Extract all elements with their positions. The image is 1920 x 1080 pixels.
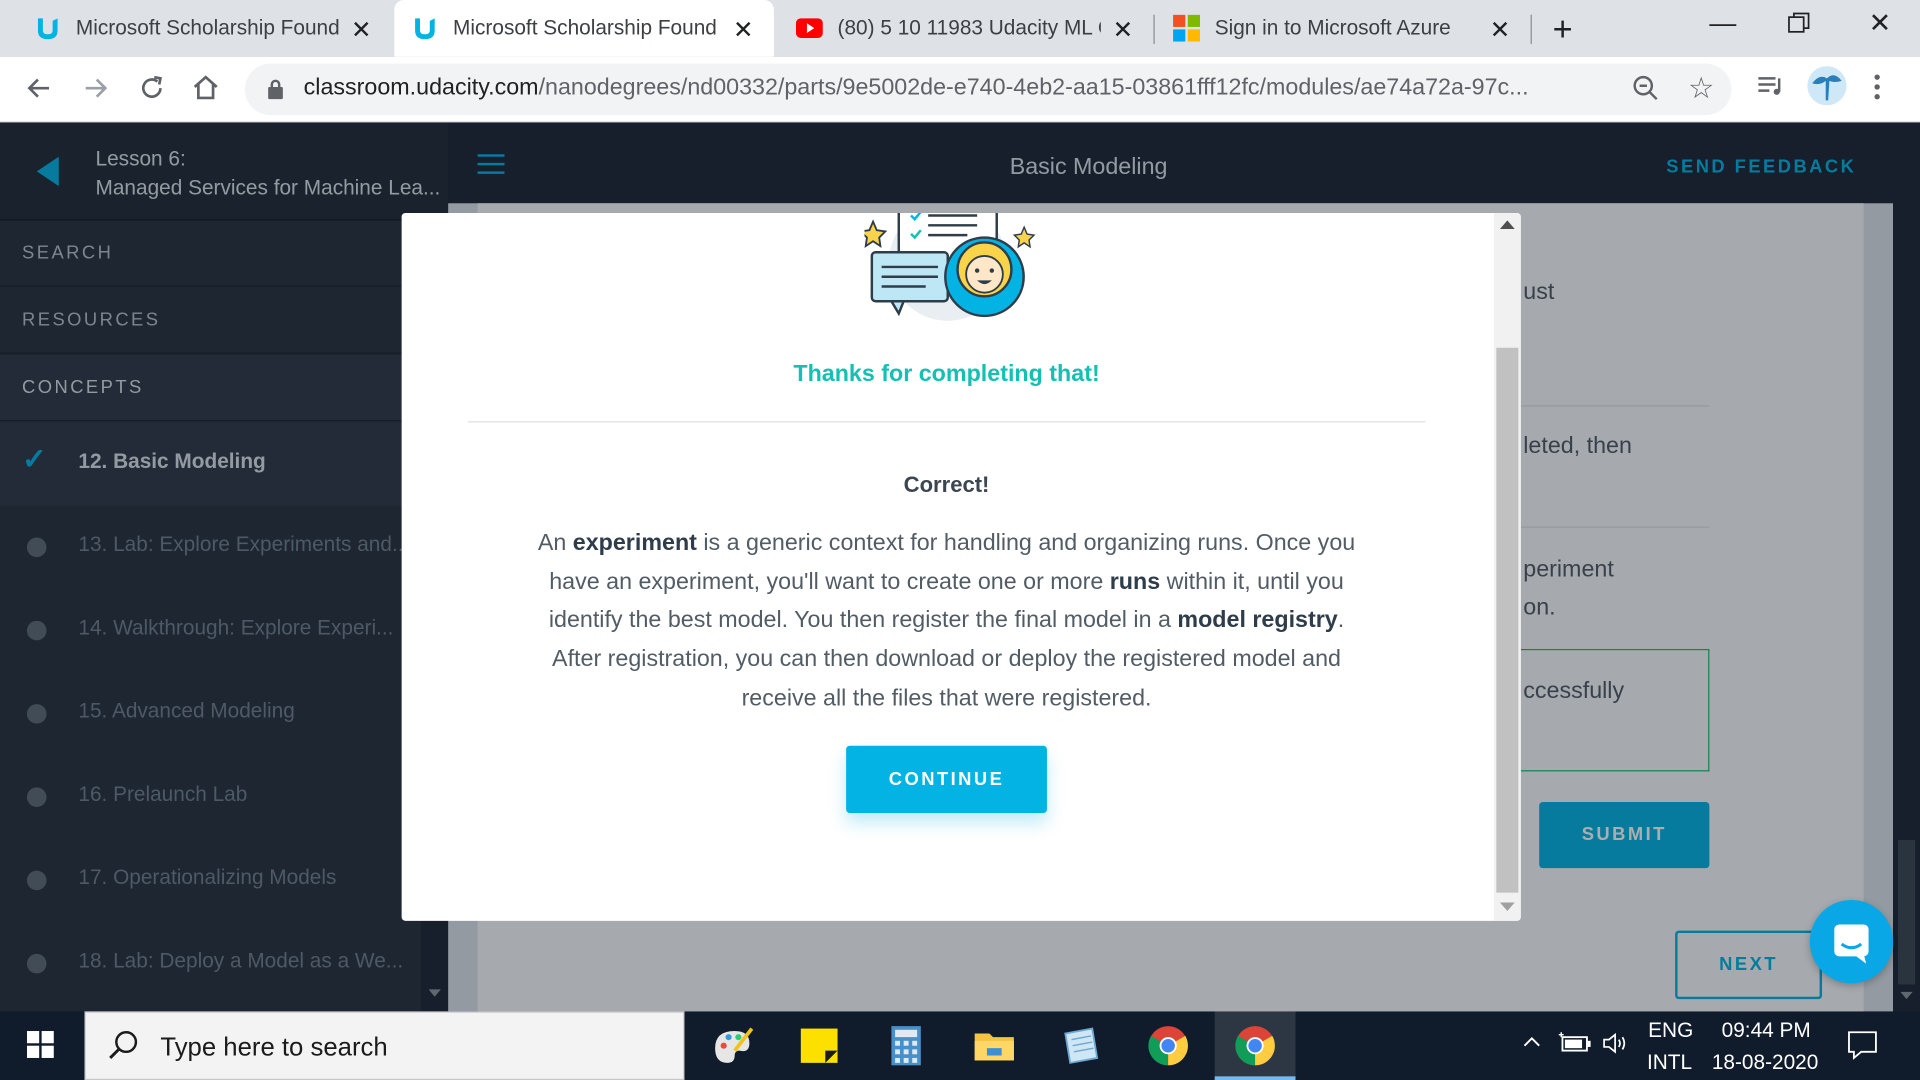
profile-avatar[interactable] (1807, 66, 1847, 111)
chat-support-button[interactable] (1809, 900, 1894, 984)
active-window-indicator (1214, 1076, 1296, 1080)
url-text: classroom.udacity.com/nanodegrees/nd0033… (303, 74, 1529, 101)
udacity-icon (34, 15, 61, 42)
microsoft-icon (1173, 14, 1201, 42)
browser-tab-strip: Microsoft Scholarship Found ✕ Microsoft … (0, 0, 1920, 57)
language-primary[interactable]: ENG (1648, 1019, 1693, 1043)
reload-icon[interactable] (132, 69, 171, 108)
new-tab-icon[interactable]: + (1553, 10, 1573, 49)
celebration-illustration (858, 213, 1036, 342)
modal-scrollbar[interactable] (1493, 213, 1521, 921)
scroll-up-arrow-icon[interactable] (1500, 220, 1515, 229)
scrollbar-thumb[interactable] (1496, 347, 1519, 893)
tab-title: Microsoft Scholarship Found (453, 15, 717, 40)
file-explorer-icon[interactable] (970, 1021, 1019, 1070)
clock-date[interactable]: 18-08-2020 (1712, 1051, 1818, 1075)
windows-taskbar: Type here to search ENG INTL 09:44 PM 18… (0, 1011, 1920, 1080)
zoom-icon[interactable] (1631, 73, 1660, 109)
volume-icon[interactable] (1602, 1031, 1631, 1062)
home-icon[interactable] (186, 69, 225, 108)
windows-start-icon[interactable] (26, 1031, 54, 1064)
lock-icon[interactable] (267, 78, 284, 106)
window-close-icon[interactable]: ✕ (1869, 7, 1892, 39)
search-placeholder: Type here to search (160, 1033, 388, 1062)
browser-tab-1[interactable]: Microsoft Scholarship Found ✕ (17, 0, 392, 56)
chevron-up-icon[interactable] (1521, 1031, 1543, 1059)
calculator-icon[interactable] (882, 1021, 931, 1070)
notification-center-icon[interactable] (1847, 1029, 1879, 1067)
close-tab-icon[interactable]: ✕ (1109, 15, 1136, 46)
language-layout[interactable]: INTL (1647, 1051, 1692, 1075)
modal-divider (467, 421, 1426, 423)
paint-app-icon[interactable] (708, 1021, 757, 1070)
battery-icon[interactable] (1558, 1031, 1592, 1062)
continue-button[interactable]: CONTINUE (846, 745, 1047, 814)
explanation-text: An experiment is a generic context for h… (537, 530, 1356, 712)
more-vert-icon[interactable] (1873, 73, 1880, 106)
tab-title: (80) 5 10 11983 Udacity ML C (837, 15, 1101, 40)
browser-tab-3[interactable]: (80) 5 10 11983 Udacity ML C ✕ (779, 0, 1154, 56)
chrome-icon[interactable] (1144, 1021, 1193, 1070)
chrome-active-window[interactable] (1214, 1011, 1296, 1080)
completion-message: Thanks for completing that! (793, 361, 1100, 387)
scroll-down-arrow-icon[interactable] (1500, 902, 1515, 912)
tab-title: Sign in to Microsoft Azure (1214, 15, 1451, 40)
taskbar-search-input[interactable]: Type here to search (84, 1011, 685, 1080)
browser-toolbar: classroom.udacity.com/nanodegrees/nd0033… (0, 56, 1920, 123)
search-icon (108, 1030, 140, 1068)
chat-icon (1834, 924, 1869, 964)
udacity-icon (411, 15, 438, 42)
close-tab-icon[interactable]: ✕ (730, 15, 757, 46)
clock-time[interactable]: 09:44 PM (1722, 1019, 1811, 1043)
youtube-icon (795, 15, 823, 42)
back-arrow-icon[interactable] (20, 69, 59, 108)
close-tab-icon[interactable]: ✕ (348, 15, 375, 46)
notepad-icon[interactable] (1056, 1021, 1105, 1070)
bookmark-star-icon[interactable]: ☆ (1688, 71, 1714, 107)
close-tab-icon[interactable]: ✕ (1487, 15, 1514, 46)
forward-arrow-icon[interactable] (76, 69, 115, 108)
media-playlist-icon[interactable] (1756, 71, 1785, 107)
result-heading: Correct! (903, 472, 990, 498)
browser-tab-4[interactable]: Sign in to Microsoft Azure ✕ (1156, 0, 1531, 56)
tab-separator (1530, 14, 1532, 45)
sticky-notes-icon[interactable] (796, 1021, 845, 1070)
restore-icon[interactable] (1788, 10, 1810, 42)
minimize-icon[interactable]: — (1709, 7, 1736, 39)
completion-modal: Thanks for completing that! Correct! An … (401, 213, 1521, 921)
chrome-icon (1235, 1026, 1275, 1066)
address-bar[interactable]: classroom.udacity.com/nanodegrees/nd0033… (244, 63, 1732, 116)
tab-title: Microsoft Scholarship Found (75, 15, 340, 40)
tab-separator (1153, 14, 1155, 45)
browser-tab-2[interactable]: Microsoft Scholarship Found ✕ (394, 0, 774, 57)
